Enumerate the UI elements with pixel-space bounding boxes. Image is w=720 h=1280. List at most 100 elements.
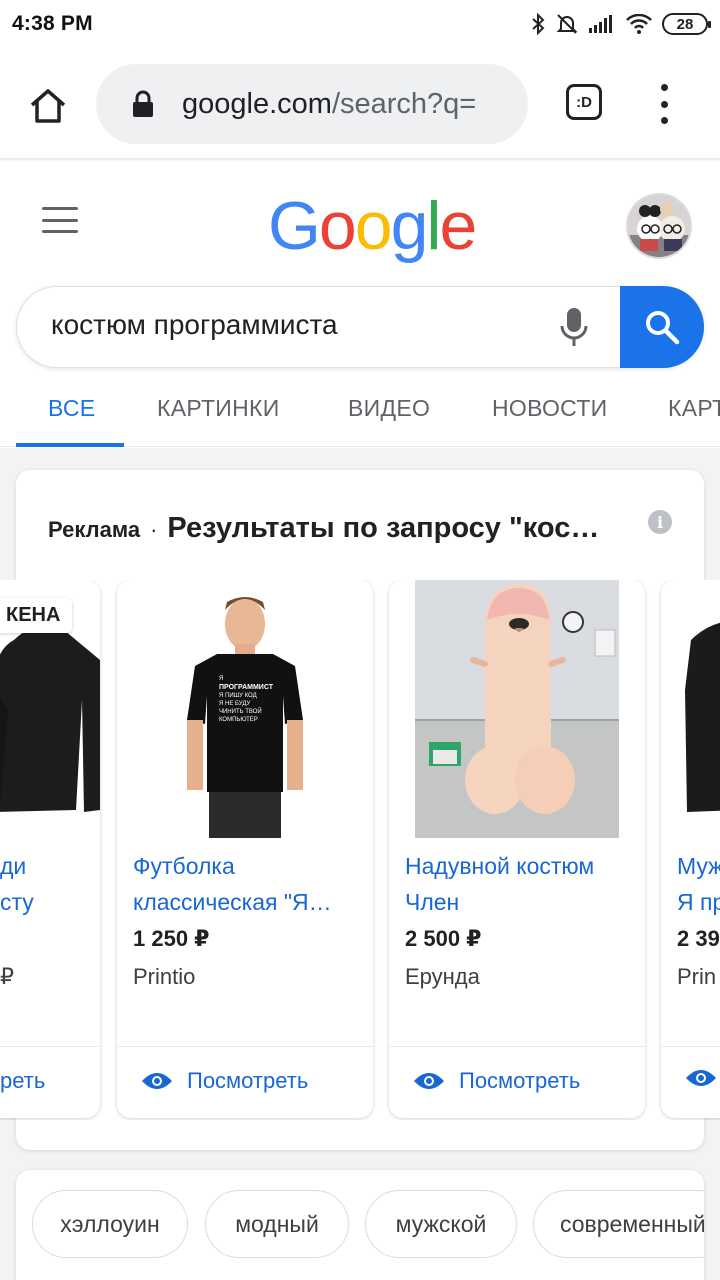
logo-letter: o xyxy=(318,188,357,264)
toolbar-shadow xyxy=(0,158,720,162)
status-bar: 4:38 PM 28 xyxy=(0,0,720,48)
google-logo[interactable]: Google xyxy=(268,186,477,266)
product-title-line: классическая "Я… xyxy=(133,889,332,915)
product-title[interactable]: Надувной костюм Член xyxy=(405,848,629,920)
product-title-line: ди xyxy=(0,853,27,879)
eye-icon xyxy=(142,1073,172,1089)
card-divider xyxy=(389,1046,645,1047)
ad-separator: · xyxy=(150,517,158,542)
product-title[interactable]: Муж Я пр xyxy=(677,848,720,920)
product-image: Я ПРОГРАММИСТ Я ПИШУ КОД Я НЕ БУДУ ЧИНИТ… xyxy=(117,580,373,838)
logo-letter: o xyxy=(354,188,393,264)
view-label: Посмотреть xyxy=(187,1068,309,1093)
product-card[interactable]: Надувной костюм Член 2 500 ₽ Ерунда Посмо… xyxy=(389,580,645,1118)
card-divider xyxy=(117,1046,373,1047)
tab-switcher-button[interactable]: :D xyxy=(566,84,602,120)
product-title-line: Я пр xyxy=(677,889,720,915)
avatar-image xyxy=(628,195,690,257)
product-price: 2 39 xyxy=(677,926,720,951)
tab-switcher-label: :D xyxy=(576,93,592,111)
eye-icon xyxy=(686,1070,716,1086)
product-title-line: Член xyxy=(405,889,460,915)
product-image xyxy=(661,580,720,838)
product-title-line: Муж xyxy=(677,853,720,879)
shirt-print-line: ПРОГРАММИСТ xyxy=(219,684,274,691)
related-chip[interactable]: современный xyxy=(533,1190,704,1258)
url-domain: google.com xyxy=(182,87,332,120)
product-image xyxy=(389,580,645,838)
active-tab-indicator xyxy=(16,443,124,447)
product-title-line: сту xyxy=(0,889,34,915)
status-icons: 28 xyxy=(530,13,711,35)
product-seller: Ерунда xyxy=(405,964,480,989)
account-avatar[interactable] xyxy=(626,193,692,259)
shirt-print-line: Я НЕ БУДУ xyxy=(219,701,250,707)
tab-images[interactable]: КАРТИНКИ xyxy=(157,395,280,422)
battery-indicator: 28 xyxy=(662,13,711,35)
search-button[interactable] xyxy=(620,286,704,368)
shirt-print-line: Я xyxy=(219,676,223,682)
product-price-fragment: ₽ xyxy=(0,964,14,989)
hamburger-menu-icon[interactable] xyxy=(42,207,78,233)
browser-toolbar: google.com/search?q= :D xyxy=(0,60,720,152)
view-label: Посмотреть xyxy=(459,1068,581,1093)
product-title-line: Надувной костюм xyxy=(405,853,595,879)
product-seller: Prin xyxy=(677,964,717,989)
product-seller: Printio xyxy=(133,964,196,989)
tab-all[interactable]: ВСЕ xyxy=(48,395,95,422)
lock-icon xyxy=(133,90,153,117)
bluetooth-icon xyxy=(532,13,545,35)
product-title[interactable]: ди сту xyxy=(0,848,100,920)
product-card[interactable]: Муж Я пр 2 39 Prin xyxy=(661,580,720,1118)
shirt-print-line: Я ПИШУ КОД xyxy=(219,693,257,699)
view-label: реть xyxy=(0,1068,46,1093)
info-icon[interactable]: i xyxy=(648,510,672,534)
search-box[interactable]: костюм программиста xyxy=(16,286,704,368)
product-title[interactable]: Футболка классическая "Я… xyxy=(133,848,357,920)
search-tabs: ВСЕ КАРТИНКИ ВИДЕО НОВОСТИ КАРТЫ xyxy=(0,385,720,447)
wifi-icon xyxy=(626,14,652,34)
tab-videos[interactable]: ВИДЕО xyxy=(348,395,430,422)
related-chip[interactable]: модный xyxy=(205,1190,349,1258)
url-text: google.com/search?q= xyxy=(182,88,476,121)
product-title-line: Футболка xyxy=(133,853,235,879)
tab-maps[interactable]: КАРТЫ xyxy=(668,395,720,422)
ads-header: Реклама · Результаты по запросу "кос… xyxy=(48,512,599,545)
card-divider xyxy=(0,1046,100,1047)
product-price: 2 500 ₽ xyxy=(405,926,482,951)
search-icon xyxy=(646,311,680,345)
product-carousel[interactable]: КЕНА ди сту ₽ реть Я ПРОГРАММИСТ Я ПИШУ К… xyxy=(0,580,720,1120)
view-link[interactable]: Посмотреть xyxy=(413,1068,580,1094)
info-glyph: i xyxy=(656,512,664,532)
view-link[interactable] xyxy=(685,1068,717,1088)
related-searches-card: хэллоуин модный мужской современный xyxy=(16,1170,704,1280)
microphone-icon[interactable] xyxy=(559,306,589,348)
address-bar[interactable]: google.com/search?q= xyxy=(96,64,528,144)
related-chip[interactable]: мужской xyxy=(365,1190,517,1258)
url-path: /search?q= xyxy=(331,87,477,120)
product-card[interactable]: КЕНА ди сту ₽ реть xyxy=(0,580,100,1118)
tab-news[interactable]: НОВОСТИ xyxy=(492,395,608,422)
product-price: 1 250 ₽ xyxy=(133,926,210,951)
muted-bell-icon xyxy=(556,14,578,34)
signal-icon xyxy=(589,15,612,33)
search-input[interactable]: костюм программиста xyxy=(51,309,338,341)
view-link[interactable]: реть xyxy=(0,1068,45,1094)
logo-letter: g xyxy=(390,188,429,264)
eye-icon xyxy=(414,1073,444,1089)
view-link[interactable]: Посмотреть xyxy=(141,1068,308,1094)
card-divider xyxy=(661,1046,720,1047)
battery-level: 28 xyxy=(676,15,694,33)
ad-label: Реклама xyxy=(48,517,141,542)
ads-title: Результаты по запросу "кос… xyxy=(167,512,600,544)
shirt-print-line: ЧИНИТЬ ТВОЙ xyxy=(219,707,262,715)
home-icon xyxy=(30,89,66,123)
browser-menu-button[interactable] xyxy=(652,84,676,124)
sale-badge: КЕНА xyxy=(0,598,73,633)
shirt-print-line: КОМПЬЮТЕР xyxy=(219,717,258,723)
home-button[interactable] xyxy=(24,82,72,130)
logo-letter: l xyxy=(426,188,441,264)
product-card[interactable]: Я ПРОГРАММИСТ Я ПИШУ КОД Я НЕ БУДУ ЧИНИТ… xyxy=(117,580,373,1118)
related-chip[interactable]: хэллоуин xyxy=(32,1190,188,1258)
status-time: 4:38 PM xyxy=(12,12,93,35)
